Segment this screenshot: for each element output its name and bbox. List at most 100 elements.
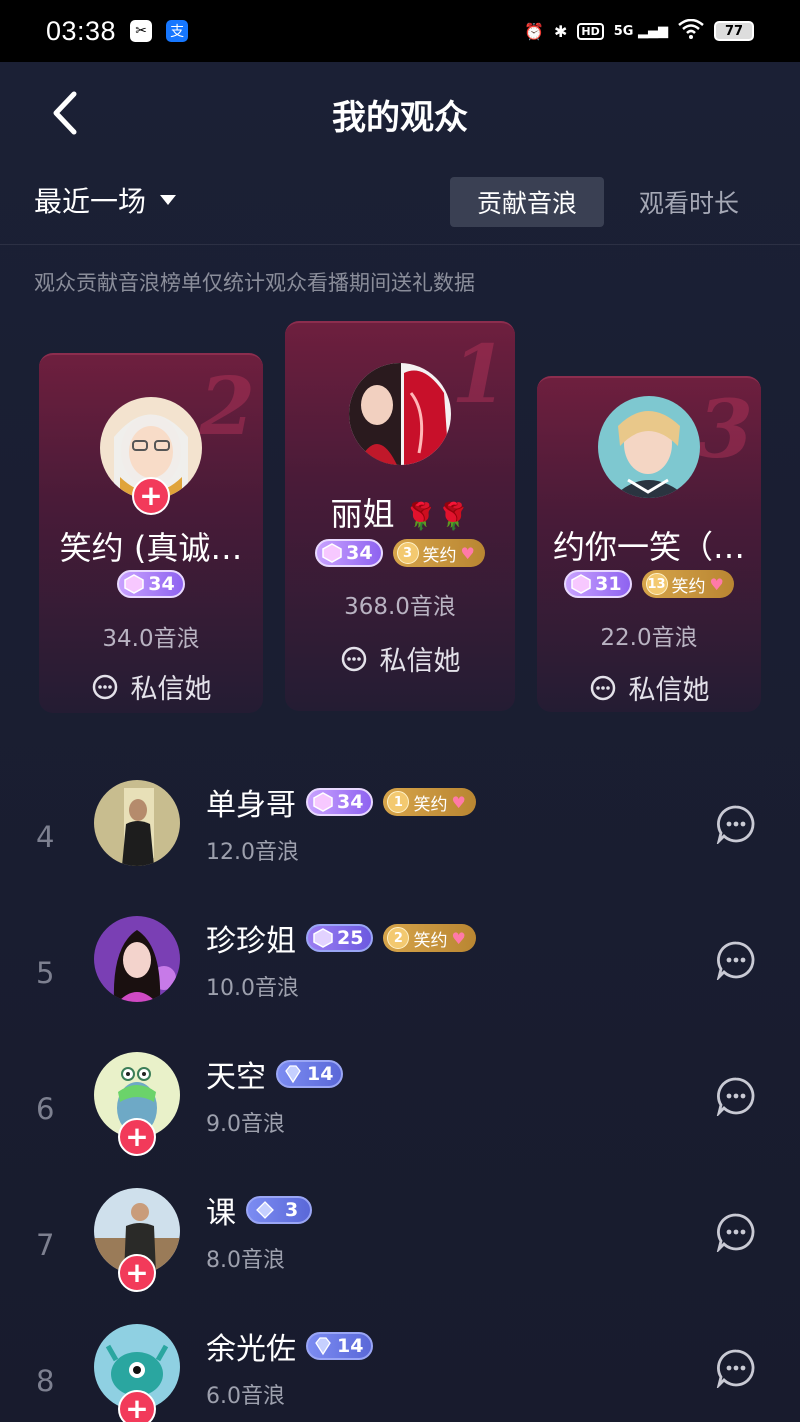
list-item[interactable]: 5 珍珍姐 25 2 笑约 ♥ 10.0音浪 — [0, 916, 800, 1036]
podium-card-rank-2[interactable]: 2 + 笑约 (真诚… 34 34.0音浪 私信她 — [39, 353, 263, 713]
rose-emoji: 🌹🌹 — [404, 502, 470, 532]
avatar-wrap: + — [94, 1188, 180, 1298]
level-value: 34 — [337, 791, 364, 813]
level-value: 14 — [307, 1063, 334, 1085]
level-badge: 31 — [564, 570, 632, 598]
bluetooth-icon: ✱ — [554, 21, 568, 41]
contribution-value: 10.0音浪 — [206, 976, 299, 1001]
fan-club-label: 笑约 — [422, 545, 457, 566]
message-button[interactable] — [716, 804, 756, 846]
status-icons: ⏰ ✱ HD 5G ▂▄▆ 77 — [524, 18, 754, 43]
viewer-name: 课 — [206, 1196, 236, 1231]
avatar-wrap: + — [100, 397, 202, 515]
heart-icon: ♥ — [460, 543, 475, 563]
list-item[interactable]: 4 单身哥 34 1 笑约 ♥ 12.0音浪 — [0, 780, 800, 900]
viewer-name-text: 丽姐 — [330, 495, 395, 533]
avatar[interactable] — [349, 363, 451, 465]
avatar-wrap — [598, 396, 700, 498]
level-badge: 34 — [315, 539, 383, 567]
avatar-wrap: + — [94, 1052, 180, 1162]
level-badge: 34 — [306, 788, 374, 816]
message-label: 私信她 — [130, 674, 212, 705]
level-value: 3 — [285, 1199, 299, 1221]
avatar-wrap — [94, 916, 180, 1002]
follow-button[interactable]: + — [118, 1118, 156, 1156]
contribution-value: 6.0音浪 — [206, 1384, 285, 1409]
rank-number: 4 — [36, 820, 55, 854]
tab-contribution[interactable]: 贡献音浪 — [450, 177, 604, 227]
message-button[interactable] — [716, 1076, 756, 1118]
rank-number: 3 — [697, 382, 753, 476]
rank-number: 5 — [36, 956, 55, 990]
level-badge: 14 — [276, 1060, 344, 1088]
list-item[interactable]: 7 + 课 3 8.0音浪 — [0, 1188, 800, 1308]
name-line: 余光佐 14 — [206, 1324, 374, 1368]
follow-button[interactable]: + — [118, 1254, 156, 1292]
fan-club-badge: 2 笑约 ♥ — [383, 924, 476, 952]
status-bar: 03:38 ✂ 支 ⏰ ✱ HD 5G ▂▄▆ 77 — [0, 0, 800, 62]
fan-club-label: 笑约 — [671, 576, 706, 597]
message-button[interactable] — [716, 1348, 756, 1390]
podium-card-rank-3[interactable]: 3 约你一笑（… 31 13 笑约 ♥ 22.0音浪 私信她 — [537, 376, 761, 712]
message-button[interactable]: 私信她 — [285, 639, 515, 678]
message-button[interactable]: 私信她 — [537, 668, 761, 707]
podium-card-rank-1[interactable]: 1 丽姐 🌹🌹 34 3 笑约 ♥ 368.0音浪 私信她 — [285, 321, 515, 711]
fan-club-badge: 1 笑约 ♥ — [383, 788, 476, 816]
gem-icon — [313, 928, 333, 948]
contribution-value: 12.0音浪 — [206, 840, 299, 865]
fan-club-label: 笑约 — [413, 930, 448, 951]
chat-icon — [92, 674, 117, 699]
message-button[interactable] — [716, 1212, 756, 1254]
list-item[interactable]: 8 + 余光佐 14 6.0音浪 — [0, 1324, 800, 1422]
avatar[interactable] — [598, 396, 700, 498]
page-title: 我的观众 — [332, 98, 468, 138]
gem-icon — [571, 574, 591, 594]
level-badge: 34 — [117, 570, 185, 598]
level-value: 34 — [148, 573, 175, 595]
contribution-value: 8.0音浪 — [206, 1248, 285, 1273]
level-badge: 14 — [306, 1332, 374, 1360]
chat-icon — [716, 941, 755, 982]
avatar[interactable] — [94, 916, 180, 1002]
fan-club-badge: 13 笑约 ♥ — [641, 570, 734, 598]
gem-icon — [322, 543, 342, 563]
viewer-name: 余光佐 — [206, 1332, 296, 1367]
level-value: 25 — [337, 927, 364, 949]
chat-icon — [716, 1213, 755, 1254]
tab-watch-time[interactable]: 观看时长 — [622, 177, 756, 227]
viewer-name: 天空 — [206, 1060, 266, 1095]
level-badge: 3 — [246, 1196, 313, 1224]
message-button[interactable] — [716, 940, 756, 982]
message-button[interactable]: 私信她 — [39, 667, 263, 706]
contribution-value: 22.0音浪 — [600, 625, 698, 651]
contribution-value: 34.0音浪 — [102, 626, 200, 652]
level-value: 34 — [346, 542, 373, 564]
heart-icon: ♥ — [451, 792, 466, 812]
list-item[interactable]: 6 + 天空 14 9.0音浪 — [0, 1052, 800, 1172]
name-line: 天空 14 — [206, 1052, 344, 1096]
chat-icon — [716, 805, 755, 846]
battery-icon: 77 — [714, 21, 754, 41]
scanner-app-icon: ✂ — [130, 20, 153, 42]
chat-icon — [590, 675, 615, 700]
level-value: 14 — [337, 1335, 364, 1357]
gem-icon — [124, 574, 145, 594]
heart-icon: ♥ — [451, 928, 466, 948]
app-screen: 我的观众 最近一场 贡献音浪 观看时长 观众贡献音浪榜单仅统计观众看播期间送礼数… — [0, 62, 800, 1422]
session-filter-dropdown[interactable]: 最近一场 — [34, 180, 177, 220]
badge-row: 31 13 笑约 ♥ — [537, 570, 761, 598]
avatar-wrap: + — [94, 1324, 180, 1422]
follow-button[interactable]: + — [132, 477, 170, 515]
viewer-name: 珍珍姐 — [206, 924, 296, 959]
follow-button[interactable]: + — [118, 1390, 156, 1422]
wifi-icon — [678, 18, 704, 43]
divider — [0, 244, 800, 245]
ranking-note: 观众贡献音浪榜单仅统计观众看播期间送礼数据 — [34, 271, 475, 295]
diamond-icon — [315, 1337, 331, 1356]
avatar[interactable] — [94, 780, 180, 866]
fan-club-badge: 3 笑约 ♥ — [392, 539, 485, 567]
name-line: 珍珍姐 25 2 笑约 ♥ — [206, 916, 476, 960]
name-line: 课 3 — [206, 1188, 313, 1232]
fan-level: 3 — [396, 542, 419, 564]
alarm-icon: ⏰ — [524, 21, 544, 41]
